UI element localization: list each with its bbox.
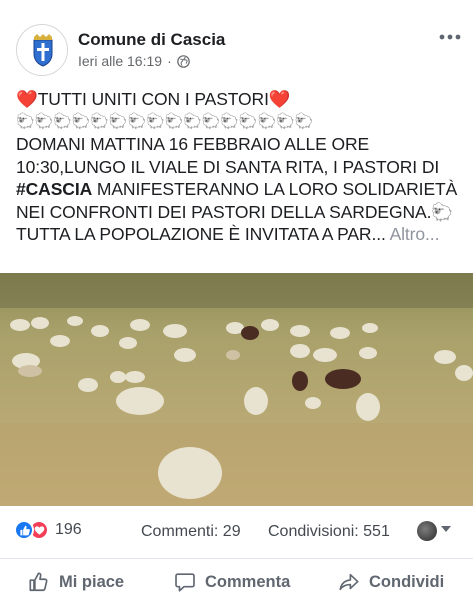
post-body: ❤️TUTTI UNITI CON I PASTORI❤️ 🐑🐑🐑🐑🐑🐑🐑🐑🐑🐑… <box>16 88 466 246</box>
post-stats: 196 Commenti: 29 Condivisioni: 551 <box>0 517 473 547</box>
chevron-down-icon[interactable] <box>441 526 451 532</box>
post-actions: Mi piace Commenta Condividi <box>0 558 473 600</box>
meta-separator: · <box>167 53 172 69</box>
post-meta: Ieri alle 16:19 · <box>78 53 190 69</box>
globe-icon <box>176 54 190 68</box>
share-label: Condividi <box>369 572 445 591</box>
post-timestamp[interactable]: Ieri alle 16:19 <box>78 53 162 69</box>
share-button[interactable]: Condividi <box>338 571 444 593</box>
post-header: Comune di Cascia Ieri alle 16:19 · <box>0 0 473 82</box>
comments-count[interactable]: Commenti: 29 <box>141 523 241 541</box>
post-line: DOMANI MATTINA 16 FEBBRAIO ALLE ORE <box>16 134 370 154</box>
coat-of-arms-icon <box>17 25 67 75</box>
post-line-sheep: 🐑🐑🐑🐑🐑🐑🐑🐑🐑🐑🐑🐑🐑🐑🐑🐑 <box>16 112 314 130</box>
sheep-pasture-photo <box>0 273 473 506</box>
thumbs-up-icon <box>29 572 48 592</box>
see-more-link[interactable]: Altro... <box>390 224 440 244</box>
comment-icon <box>175 573 195 592</box>
post-line-rest: MANIFESTERANNO LA LORO SOLIDARIETÀ <box>92 179 458 199</box>
viewer-avatar[interactable] <box>417 521 437 541</box>
share-icon <box>339 573 359 591</box>
page-avatar[interactable] <box>16 24 68 76</box>
page-name[interactable]: Comune di Cascia <box>78 30 225 50</box>
post-line-last: TUTTA LA POPOLAZIONE È INVITATA A PAR...… <box>16 223 466 246</box>
post-line-title: ❤️TUTTI UNITI CON I PASTORI❤️ <box>16 89 291 109</box>
like-label: Mi piace <box>59 572 125 591</box>
post-line-truncated: TUTTA LA POPOLAZIONE È INVITATA A PAR... <box>16 224 386 244</box>
shares-count[interactable]: Condivisioni: 551 <box>268 523 390 541</box>
post-line: #CASCIA MANIFESTERANNO LA LORO SOLIDARIE… <box>16 178 466 201</box>
hashtag-link[interactable]: #CASCIA <box>16 179 92 199</box>
reactions-summary[interactable]: 196 <box>14 520 82 540</box>
more-icon[interactable] <box>439 34 461 40</box>
reaction-count: 196 <box>55 521 82 538</box>
post-line: NEI CONFRONTI DEI PASTORI DELLA SARDEGNA… <box>16 201 454 222</box>
comment-button[interactable]: Commenta <box>174 571 290 593</box>
comment-label: Commenta <box>205 572 291 591</box>
post-photo[interactable] <box>0 273 473 506</box>
post-line: 10:30,LUNGO IL VIALE DI SANTA RITA, I PA… <box>16 156 440 177</box>
like-reaction-icon <box>14 520 34 540</box>
like-button[interactable]: Mi piace <box>28 571 124 593</box>
